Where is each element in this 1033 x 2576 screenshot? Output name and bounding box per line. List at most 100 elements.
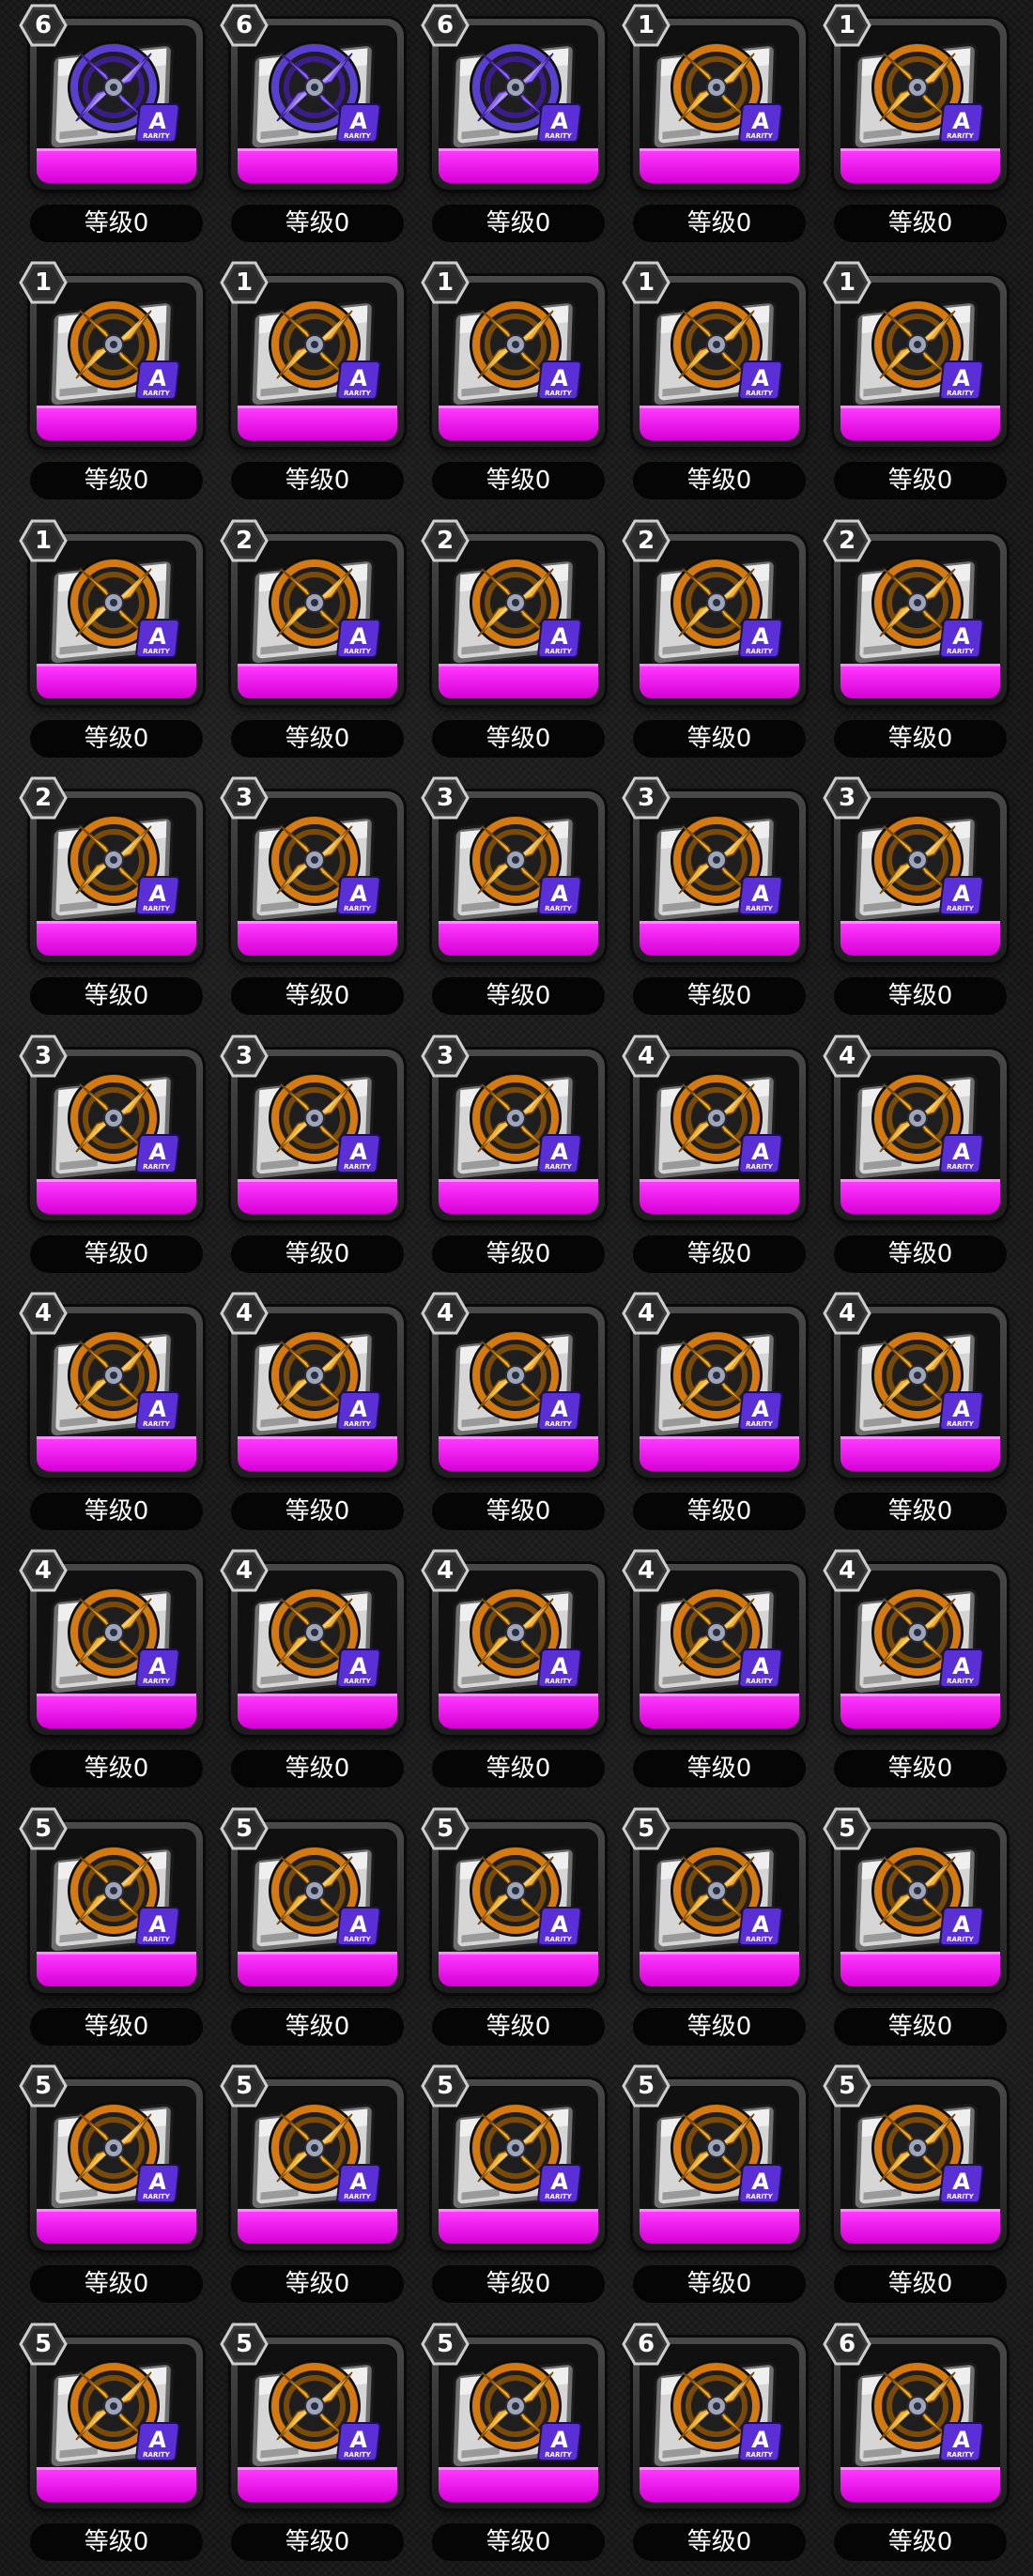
chip-slot[interactable]: A RARITY 4 等级0 [823, 1031, 1025, 1288]
tier-badge: 5 [823, 2064, 871, 2108]
tier-badge: 6 [823, 2323, 871, 2366]
level-value: 0 [132, 209, 149, 238]
chip-slot[interactable]: A RARITY 6 等级0 [622, 2319, 825, 2576]
chip-card-inner: A RARITY [37, 1312, 196, 1471]
chip-slot[interactable]: A RARITY 1 等级0 [622, 0, 825, 257]
rarity-bar [37, 663, 196, 698]
level-label: 等级0 [30, 1234, 203, 1273]
chip-card-inner: A RARITY [439, 1571, 598, 1729]
chip-slot[interactable]: A RARITY 4 等级0 [622, 1288, 825, 1545]
level-label: 等级0 [633, 1492, 806, 1530]
chip-slot[interactable]: A RARITY 5 等级0 [421, 1803, 624, 2061]
gold-disc-chip-icon: A RARITY [448, 288, 589, 410]
rarity-bar [439, 148, 598, 183]
svg-text:A: A [348, 2427, 369, 2453]
chip-slot[interactable]: A RARITY 4 等级0 [823, 1288, 1025, 1545]
rarity-bar [439, 1694, 598, 1729]
gold-disc-chip-icon: A RARITY [46, 1062, 187, 1184]
tier-number: 3 [235, 1041, 254, 1070]
chip-slot[interactable]: A RARITY 1 等级0 [19, 515, 222, 773]
chip-slot[interactable]: A RARITY 4 等级0 [19, 1288, 222, 1545]
rarity-bar [238, 2209, 397, 2245]
gold-disc-chip-icon: A RARITY [649, 1319, 790, 1441]
chip-slot[interactable]: A RARITY 4 等级0 [19, 1545, 222, 1802]
level-value: 0 [132, 2270, 149, 2299]
tier-number: 5 [838, 1814, 856, 1843]
chip-slot[interactable]: A RARITY 4 等级0 [421, 1545, 624, 1802]
chip-slot[interactable]: A RARITY 6 等级0 [421, 0, 624, 257]
tier-badge: 5 [421, 1807, 470, 1850]
chip-slot[interactable]: A RARITY 2 等级0 [622, 515, 825, 773]
chip-card-inner: A RARITY [439, 540, 598, 698]
chip-slot[interactable]: A RARITY 1 等级0 [622, 257, 825, 514]
chip-slot[interactable]: A RARITY 3 等级0 [823, 773, 1025, 1030]
chip-slot[interactable]: A RARITY 5 等级0 [622, 2061, 825, 2318]
chip-slot[interactable]: A RARITY 5 等级0 [622, 1803, 825, 2061]
chip-slot[interactable]: A RARITY 4 等级0 [220, 1288, 423, 1545]
chip-slot[interactable]: A RARITY 5 等级0 [823, 2061, 1025, 2318]
chip-slot[interactable]: A RARITY 4 等级0 [220, 1545, 423, 1802]
chip-slot[interactable]: A RARITY 4 等级0 [622, 1545, 825, 1802]
chip-slot[interactable]: A RARITY 3 等级0 [220, 773, 423, 1030]
gold-disc-chip-icon: A RARITY [649, 1576, 790, 1698]
gold-disc-chip-icon: A RARITY [448, 1576, 589, 1698]
svg-text:RARITY: RARITY [746, 389, 774, 397]
chip-slot[interactable]: A RARITY 3 等级0 [421, 1031, 624, 1288]
chip-slot[interactable]: A RARITY 2 等级0 [421, 515, 624, 773]
chip-card-inner: A RARITY [840, 283, 1000, 441]
tier-number: 3 [235, 784, 254, 813]
level-label: 等级0 [633, 2265, 806, 2304]
chip-slot[interactable]: A RARITY 5 等级0 [19, 1803, 222, 2061]
tier-number: 3 [436, 1041, 455, 1070]
chip-slot[interactable]: A RARITY 1 等级0 [19, 257, 222, 514]
level-value: 0 [735, 1239, 752, 1268]
chip-card-inner: A RARITY [37, 798, 196, 957]
chip-slot[interactable]: A RARITY 2 等级0 [19, 773, 222, 1030]
tier-number: 6 [838, 2329, 856, 2358]
chip-slot[interactable]: A RARITY 6 等级0 [19, 0, 222, 257]
tier-number: 5 [637, 1814, 655, 1843]
level-label: 等级0 [231, 1750, 404, 1788]
chip-slot[interactable]: A RARITY 3 等级0 [19, 1031, 222, 1288]
chip-slot[interactable]: A RARITY 4 等级0 [823, 1545, 1025, 1802]
rarity-bar [37, 1435, 196, 1471]
chip-slot[interactable]: A RARITY 5 等级0 [220, 1803, 423, 2061]
level-label: 等级0 [231, 977, 404, 1016]
chip-slot[interactable]: A RARITY 3 等级0 [622, 773, 825, 1030]
tier-badge: 1 [823, 4, 871, 47]
svg-text:A: A [348, 881, 369, 907]
tier-badge: 2 [220, 519, 269, 562]
chip-slot[interactable]: A RARITY 2 等级0 [220, 515, 423, 773]
svg-text:A: A [348, 108, 369, 134]
chip-slot[interactable]: A RARITY 5 等级0 [19, 2319, 222, 2576]
chip-slot[interactable]: A RARITY 1 等级0 [823, 0, 1025, 257]
chip-slot[interactable]: A RARITY 4 等级0 [421, 1288, 624, 1545]
chip-slot[interactable]: A RARITY 5 等级0 [421, 2319, 624, 2576]
chip-slot[interactable]: A RARITY 5 等级0 [220, 2319, 423, 2576]
chip-slot[interactable]: A RARITY 3 等级0 [220, 1031, 423, 1288]
chip-slot[interactable]: A RARITY 5 等级0 [421, 2061, 624, 2318]
level-value: 0 [936, 724, 953, 753]
chip-slot[interactable]: A RARITY 1 等级0 [421, 257, 624, 514]
chip-slot[interactable]: A RARITY 3 等级0 [421, 773, 624, 1030]
chip-slot[interactable]: A RARITY 6 等级0 [220, 0, 423, 257]
chip-slot[interactable]: A RARITY 5 等级0 [220, 2061, 423, 2318]
svg-text:RARITY: RARITY [947, 1677, 975, 1685]
level-value: 0 [132, 2012, 149, 2041]
tier-badge: 4 [622, 1292, 671, 1335]
rarity-bar [439, 2466, 598, 2502]
chip-slot[interactable]: A RARITY 2 等级0 [823, 515, 1025, 773]
level-prefix: 等级 [285, 1755, 334, 1784]
chip-slot[interactable]: A RARITY 1 等级0 [823, 257, 1025, 514]
tier-number: 4 [637, 1298, 655, 1327]
chip-slot[interactable]: A RARITY 5 等级0 [19, 2061, 222, 2318]
chip-slot[interactable]: A RARITY 1 等级0 [220, 257, 423, 514]
chip-card-inner: A RARITY [640, 25, 799, 183]
tier-number: 6 [235, 11, 254, 39]
chip-slot[interactable]: A RARITY 4 等级0 [622, 1031, 825, 1288]
chip-card-inner: A RARITY [37, 540, 196, 698]
chip-slot[interactable]: A RARITY 5 等级0 [823, 1803, 1025, 2061]
tier-badge: 4 [19, 1292, 68, 1335]
svg-text:A: A [951, 1911, 972, 1938]
chip-slot[interactable]: A RARITY 6 等级0 [823, 2319, 1025, 2576]
